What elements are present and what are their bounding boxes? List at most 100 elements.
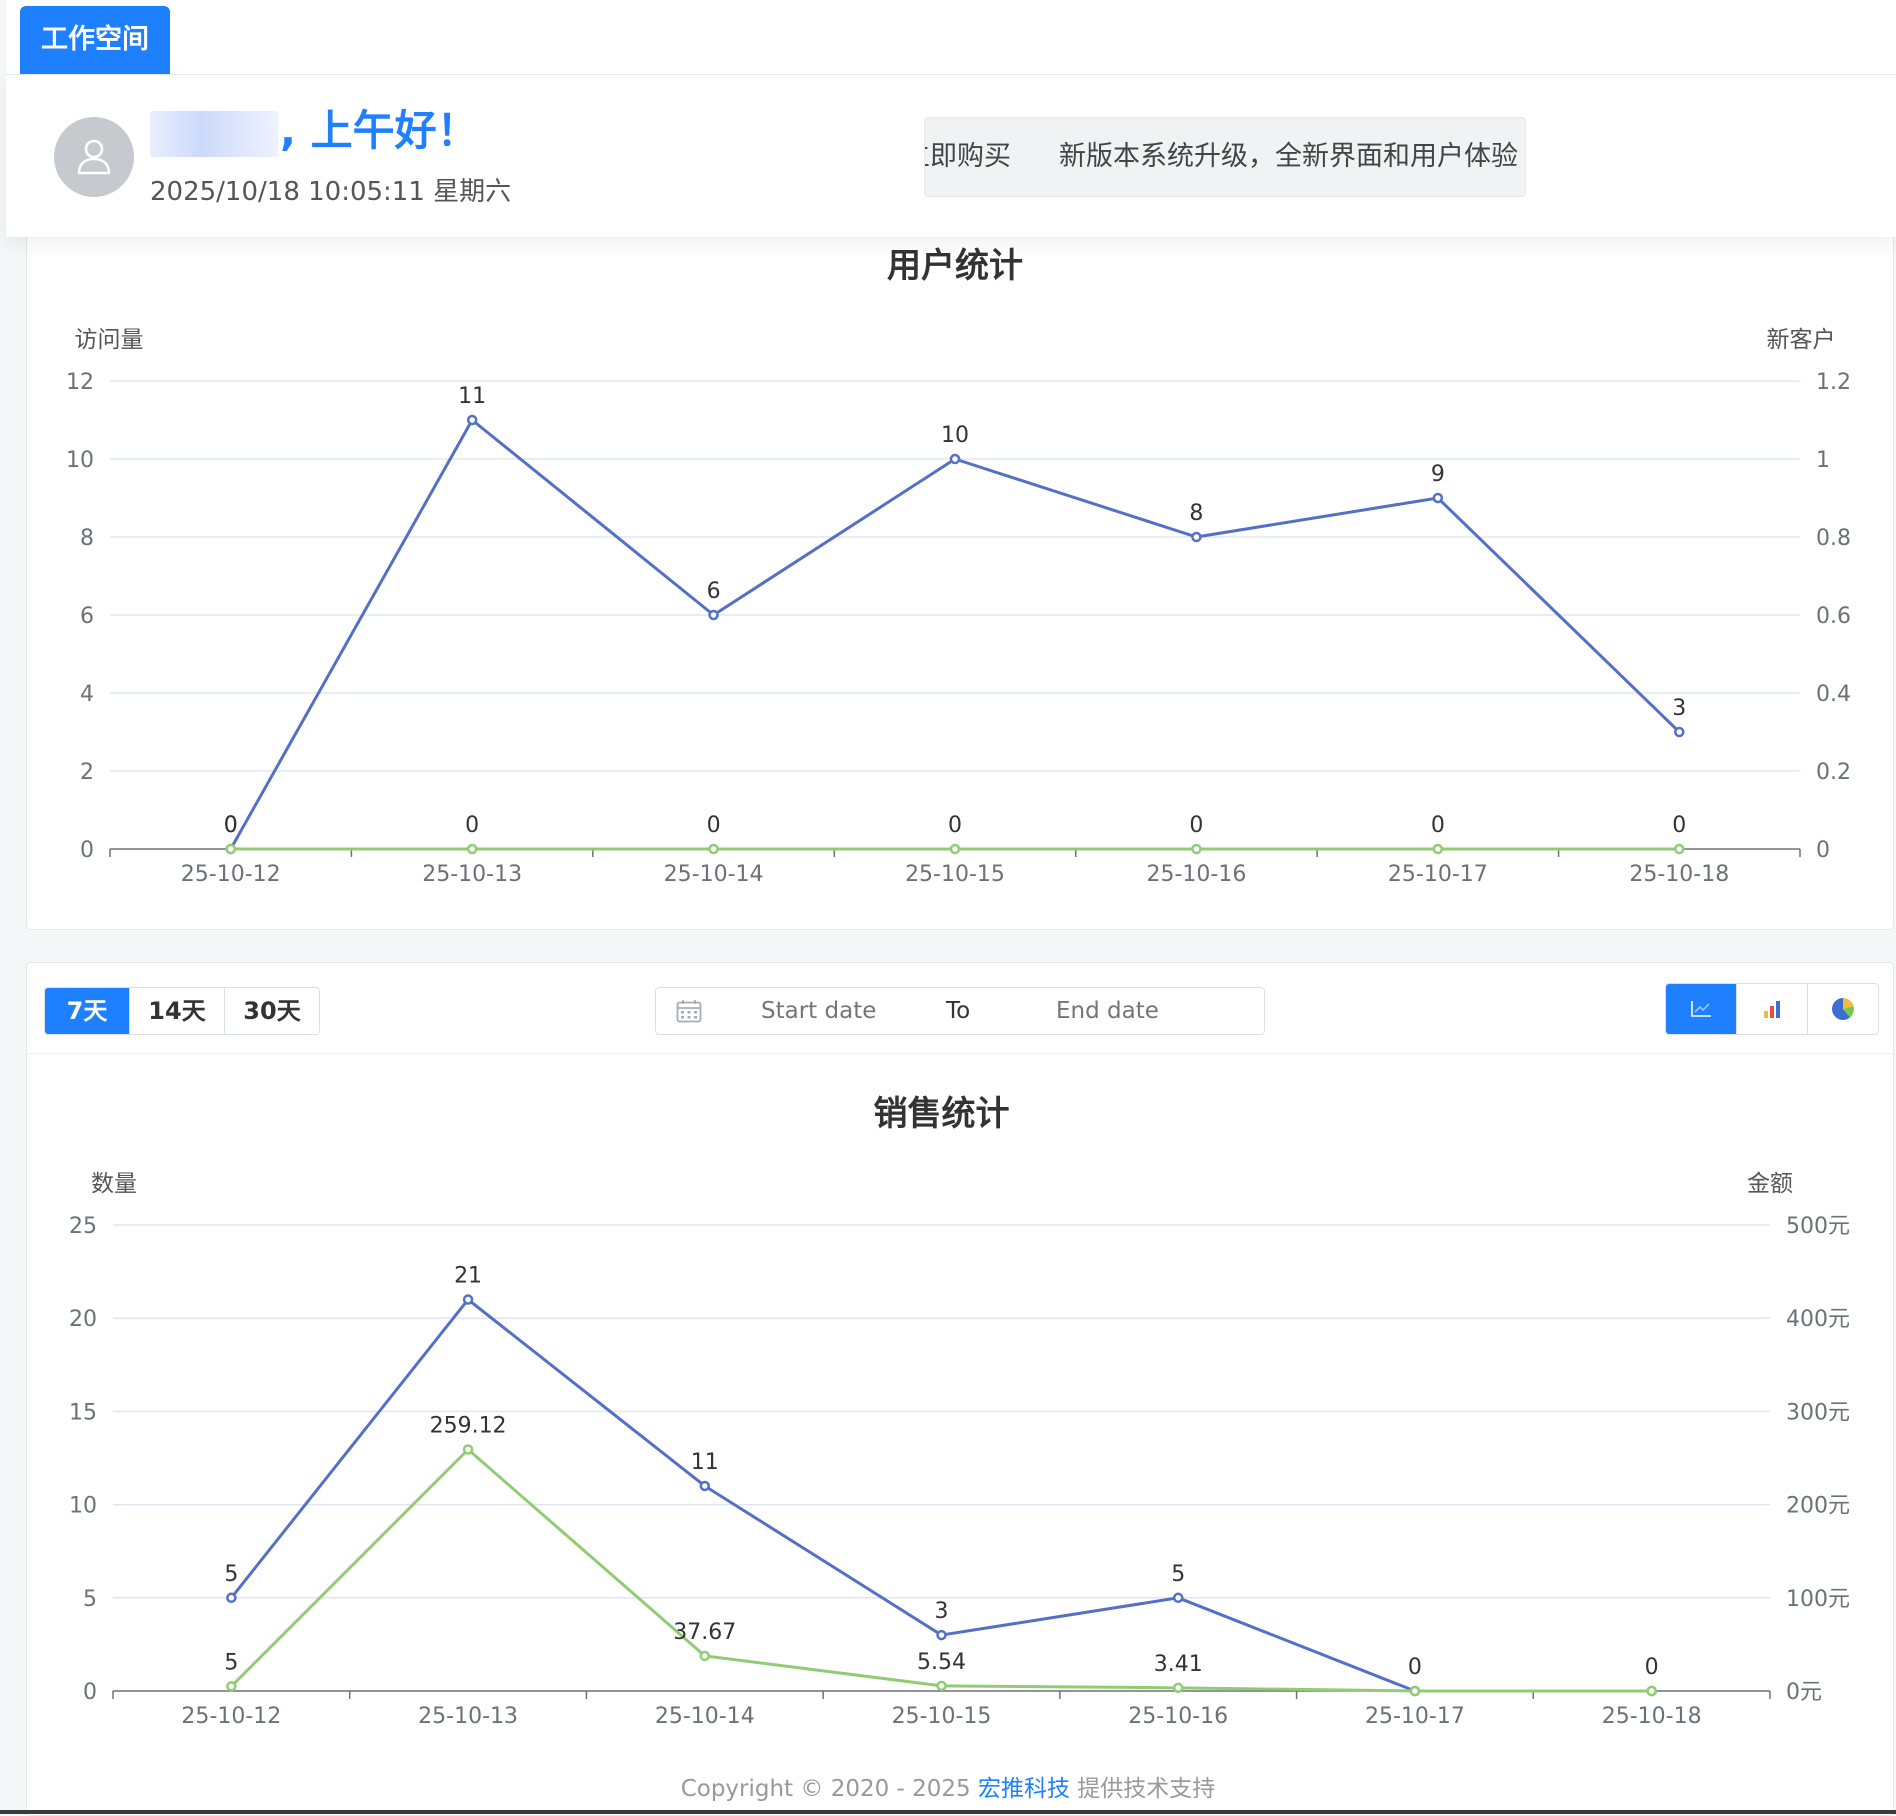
y-right-tick-label: 0.2 <box>1816 760 1851 785</box>
y-left-tick-label: 8 <box>80 526 94 551</box>
pie-chart-button[interactable] <box>1808 984 1878 1034</box>
data-label: 0 <box>224 813 238 838</box>
y-left-tick-label: 6 <box>80 604 94 629</box>
y-left-tick-label: 15 <box>69 1400 97 1425</box>
data-point <box>1674 726 1685 738</box>
data-label: 0 <box>465 813 479 838</box>
x-tick-label: 25-10-12 <box>181 862 281 887</box>
data-label: 37.67 <box>673 1620 736 1645</box>
notice-marquee[interactable]: 立即购买 新版本系统升级，全新界面和用户体验 <box>924 117 1526 197</box>
y-right-tick-label: 0.6 <box>1816 604 1851 629</box>
y-axis-right-label: 新客户 <box>1767 327 1836 353</box>
footer: Copyright © 2020 - 2025 宏推科技 提供技术支持 <box>0 1764 1896 1814</box>
y-right-tick-label: 200元 <box>1786 1494 1850 1519</box>
data-point <box>1432 843 1444 855</box>
y-left-tick-label: 2 <box>80 760 94 785</box>
y-right-tick-label: 300元 <box>1786 1400 1850 1425</box>
notice-track: 立即购买 新版本系统升级，全新界面和用户体验 <box>925 118 1525 196</box>
chart-type-selector <box>1665 983 1879 1035</box>
date-range-picker[interactable]: To <box>655 987 1265 1035</box>
y-left-tick-label: 10 <box>69 1494 97 1519</box>
notice-item[interactable]: 新版本系统升级，全新界面和用户体验 <box>1059 141 1518 172</box>
y-right-tick-label: 100元 <box>1786 1587 1850 1612</box>
x-tick-label: 25-10-17 <box>1388 862 1488 887</box>
y-left-tick-label: 20 <box>69 1307 97 1332</box>
y-right-tick-label: 0.4 <box>1816 682 1851 707</box>
data-point <box>699 1650 711 1662</box>
y-left-tick-label: 12 <box>66 370 94 395</box>
data-point <box>1172 1682 1184 1694</box>
series-line <box>229 418 1681 850</box>
y-right-tick-label: 0.8 <box>1816 526 1851 551</box>
data-label: 6 <box>707 579 721 604</box>
data-point <box>708 843 719 855</box>
window-bottom-border <box>0 1810 1896 1814</box>
y-axis-right-label: 金额 <box>1747 1171 1793 1197</box>
y-left-tick-label: 5 <box>83 1587 97 1612</box>
copyright-text: Copyright © 2020 - 2025 <box>680 1776 978 1802</box>
data-point <box>1191 843 1202 855</box>
y-right-tick-label: 400元 <box>1786 1307 1850 1332</box>
x-tick-label: 25-10-15 <box>905 862 1005 887</box>
data-label: 8 <box>1189 501 1203 526</box>
company-link[interactable]: 宏推科技 <box>978 1776 1070 1802</box>
notice-item[interactable]: 立即购买 <box>925 141 1011 172</box>
data-point <box>462 1444 474 1455</box>
x-tick-label: 25-10-13 <box>418 1704 518 1729</box>
data-label: 21 <box>454 1264 482 1289</box>
data-point <box>949 453 961 465</box>
y-left-tick-label: 4 <box>80 682 94 707</box>
y-right-tick-label: 1 <box>1816 448 1830 473</box>
data-label: 0 <box>1645 1655 1659 1680</box>
y-left-tick-label: 10 <box>66 448 94 473</box>
data-point <box>466 414 478 426</box>
y-left-tick-label: 25 <box>69 1214 97 1239</box>
avatar[interactable] <box>54 117 134 197</box>
bar-chart-icon <box>1764 1001 1780 1018</box>
y-right-tick-label: 500元 <box>1786 1214 1850 1239</box>
data-label: 5 <box>224 1650 238 1675</box>
data-point <box>949 843 961 855</box>
data-point <box>936 1629 947 1641</box>
data-point <box>225 843 236 855</box>
y-right-tick-label: 1.2 <box>1816 370 1851 395</box>
range-14-days-button[interactable]: 14天 <box>130 988 225 1034</box>
x-tick-label: 25-10-14 <box>655 1704 755 1729</box>
y-axis-left-label: 数量 <box>91 1171 137 1197</box>
start-date-input[interactable] <box>761 988 911 1034</box>
data-point <box>1646 1685 1657 1697</box>
chart-title: 用户统计 <box>887 246 1023 286</box>
current-datetime: 2025/10/18 10:05:11 星期六 <box>150 177 512 207</box>
tab-workspace[interactable]: 工作空间 <box>20 6 170 74</box>
data-label: 0 <box>948 813 962 838</box>
range-30-days-button[interactable]: 30天 <box>225 988 319 1034</box>
chart-toolbar: 7天 14天 30天 To <box>27 963 1893 1054</box>
support-text: 提供技术支持 <box>1070 1776 1216 1802</box>
data-label: 5 <box>224 1562 238 1587</box>
sales-stats-card: 7天 14天 30天 To <box>26 962 1894 1816</box>
chart-title: 销售统计 <box>874 1094 1010 1134</box>
y-axis-left-label: 访问量 <box>75 327 144 353</box>
data-point <box>1172 1592 1184 1604</box>
data-label: 9 <box>1431 462 1445 487</box>
end-date-input[interactable] <box>1056 988 1206 1034</box>
x-tick-label: 25-10-12 <box>181 1704 281 1729</box>
x-tick-label: 25-10-18 <box>1602 1704 1702 1729</box>
line-chart-button[interactable] <box>1666 984 1737 1034</box>
data-point <box>226 1681 237 1692</box>
data-label: 3 <box>935 1599 949 1624</box>
data-point <box>936 1680 947 1692</box>
bar-chart-button[interactable] <box>1737 984 1808 1034</box>
data-label: 0 <box>1408 1655 1422 1680</box>
greeting-text: , 上午好！ <box>280 106 479 155</box>
data-label: 3.41 <box>1154 1652 1203 1677</box>
welcome-header: , 上午好！ 2025/10/18 10:05:11 星期六 立即购买 新版本系统… <box>6 75 1896 237</box>
range-7-days-button[interactable]: 7天 <box>45 988 130 1034</box>
data-label: 0 <box>1189 813 1203 838</box>
y-left-tick-label: 0 <box>83 1680 97 1705</box>
y-right-tick-label: 0元 <box>1786 1680 1822 1705</box>
data-point <box>708 609 719 621</box>
data-point <box>226 1592 237 1604</box>
sales-stats-chart: 销售统计数量 金额 0 0元 5 100元 10 200元 15 300元 20 400元 25 500元… <box>69 1094 1850 1729</box>
tab-bar: 工作空间 <box>6 0 1896 75</box>
